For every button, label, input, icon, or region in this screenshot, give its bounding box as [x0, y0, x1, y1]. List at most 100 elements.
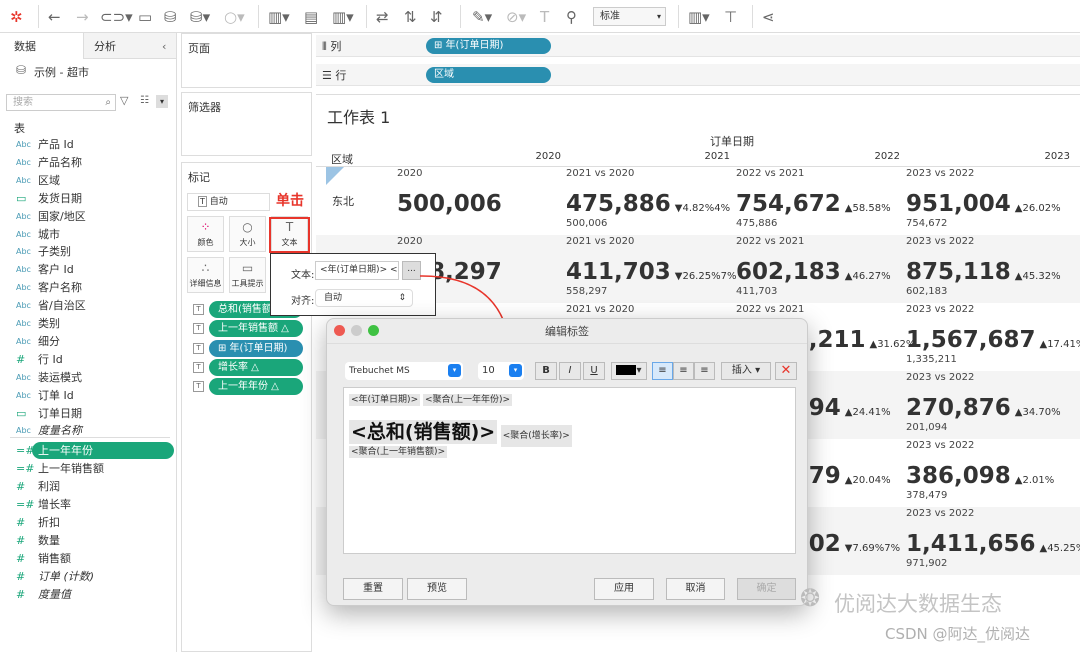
year-header[interactable]: 2021 — [650, 151, 730, 162]
text-field[interactable]: <年(订单日期)> < — [315, 261, 399, 280]
year-header[interactable]: 2022 — [820, 151, 900, 162]
datasource-name[interactable]: 示例 - 超市 — [34, 64, 89, 80]
align-center-button[interactable]: ≡ — [673, 362, 694, 380]
year-header[interactable]: 2020 — [481, 151, 561, 162]
share-icon[interactable]: ⋖ — [762, 7, 775, 27]
rows-pill[interactable]: 区域 — [426, 67, 551, 83]
marks-pill[interactable]: ⊞ 年(订单日期) — [209, 339, 303, 357]
preview-button[interactable]: 预览 — [407, 578, 467, 600]
dropdown-icon[interactable]: ▾ — [156, 95, 168, 108]
growth-rate: ▲2.01% — [1014, 475, 1055, 486]
pause-update-icon[interactable]: ⛁▾ — [190, 7, 210, 27]
align-right-button[interactable]: ≡ — [694, 362, 715, 380]
list-view-icon[interactable]: ☷ — [140, 95, 149, 106]
alignment-select[interactable]: 自动 ⇕ — [315, 289, 413, 307]
cancel-button[interactable]: 取消 — [666, 578, 725, 600]
field-item[interactable]: Abc 客户名称 — [0, 279, 176, 296]
field-item[interactable]: ▭ 订单日期 — [0, 405, 176, 422]
sort-desc-icon[interactable]: ⇵ — [430, 7, 443, 27]
rows-shelf[interactable]: ☰ 行 区域 — [316, 64, 1080, 86]
filters-card[interactable]: 筛选器 — [181, 92, 312, 156]
field-item[interactable]: =# 上一年销售额 — [0, 460, 176, 477]
field-item[interactable]: ▭ 发货日期 — [0, 190, 176, 207]
period-label: 2023 vs 2022 — [906, 440, 975, 451]
highlight-icon[interactable]: ✎▾ — [472, 7, 492, 27]
underline-button[interactable]: U — [583, 362, 605, 380]
field-item[interactable]: Abc 订单 Id — [0, 387, 176, 404]
field-item[interactable]: # 订单 (计数) — [0, 568, 176, 585]
field-item[interactable]: Abc 国家/地区 — [0, 208, 176, 225]
forward-icon[interactable]: → — [76, 7, 89, 27]
field-item[interactable]: Abc 细分 — [0, 333, 176, 350]
duplicate-sheet-icon[interactable]: ▤ — [304, 7, 318, 27]
mark-type-select[interactable]: T 自动 — [187, 193, 270, 211]
field-item[interactable]: Abc 区域 — [0, 172, 176, 189]
field-item[interactable]: Abc 装运模式 — [0, 369, 176, 386]
tableau-logo-icon[interactable]: ✲ — [10, 7, 23, 27]
collapse-icon[interactable]: ‹ — [162, 36, 166, 58]
back-icon[interactable]: ← — [48, 7, 61, 27]
group-icon[interactable]: ⊘▾ — [506, 7, 526, 27]
tooltip-button[interactable]: ▭ 工具提示 — [229, 257, 266, 293]
search-input[interactable]: 搜索 ⌕ — [6, 94, 116, 111]
field-item[interactable]: Abc 子类别 — [0, 243, 176, 260]
color-button[interactable]: ⁘ 颜色 — [187, 216, 224, 252]
columns-pill[interactable]: ⊞ 年(订单日期) — [426, 38, 551, 54]
marks-pill[interactable]: 上一年年份 △ — [209, 378, 303, 396]
field-item[interactable]: =# 上一年年份 — [0, 442, 176, 460]
new-worksheet-icon[interactable]: ▥▾ — [268, 7, 290, 27]
field-item[interactable]: Abc 产品名称 — [0, 154, 176, 171]
swap-icon[interactable]: ⇄ — [376, 7, 389, 27]
show-me-icon[interactable]: ▥▾ — [688, 7, 710, 27]
bold-button[interactable]: B — [535, 362, 557, 380]
save-icon[interactable]: ▭ — [138, 7, 152, 27]
font-size-select[interactable]: 10 ▾ — [478, 362, 524, 380]
fit-select[interactable]: 标准 ▾ — [593, 7, 666, 26]
font-select[interactable]: Trebuchet MS ▾ — [345, 362, 463, 380]
clear-icon[interactable]: ✕ — [775, 362, 797, 380]
marks-pill[interactable]: 上一年销售额 △ — [209, 320, 303, 338]
clear-sheet-icon[interactable]: ▥▾ — [332, 7, 354, 27]
presentation-icon[interactable]: ⊤ — [724, 7, 737, 27]
field-item[interactable]: Abc 产品 Id — [0, 136, 176, 153]
detail-button[interactable]: ∴ 详细信息 — [187, 257, 224, 293]
field-item[interactable]: Abc 客户 Id — [0, 261, 176, 278]
field-item[interactable]: =# 增长率 — [0, 496, 176, 513]
field-item[interactable]: # 利润 — [0, 478, 176, 495]
new-datasource-icon[interactable]: ⛁ — [164, 7, 177, 27]
sort-asc-icon[interactable]: ⇅ — [404, 7, 417, 27]
size-button[interactable]: ○ 大小 — [229, 216, 266, 252]
table-cell: 2023 vs 20221,411,656▲45.25%971,902 — [906, 507, 1080, 575]
field-item[interactable]: # 数量 — [0, 532, 176, 549]
filter-icon[interactable]: ▽ — [120, 94, 128, 107]
apply-button[interactable]: 应用 — [594, 578, 654, 600]
field-item[interactable]: # 度量值 — [0, 586, 176, 603]
columns-shelf[interactable]: ⦀ 列 ⊞ 年(订单日期) — [316, 35, 1080, 57]
label-icon[interactable]: T — [540, 7, 549, 27]
redo-icon[interactable]: ⊂⊃▾ — [100, 7, 133, 27]
insert-button[interactable]: 插入 ▾ — [721, 362, 771, 380]
marks-pill[interactable]: 增长率 △ — [209, 358, 303, 376]
year-header[interactable]: 2023 — [990, 151, 1070, 162]
label-editor[interactable]: <年(订单日期)> <聚合(上一年年份)> <总和(销售额)> <聚合(增长率)… — [343, 387, 796, 554]
field-item[interactable]: # 销售额 — [0, 550, 176, 567]
color-picker[interactable]: ▾ — [611, 362, 647, 380]
field-item[interactable]: # 折扣 — [0, 514, 176, 531]
maximize-window-button[interactable] — [368, 325, 379, 336]
italic-button[interactable]: I — [559, 362, 581, 380]
reset-button[interactable]: 重置 — [343, 578, 403, 600]
minimize-window-button[interactable] — [351, 325, 362, 336]
pages-card[interactable]: 页面 — [181, 33, 312, 88]
close-window-button[interactable] — [334, 325, 345, 336]
align-left-button[interactable]: ≡ — [652, 362, 673, 380]
field-item[interactable]: Abc 类别 — [0, 315, 176, 332]
pin-icon[interactable]: ⚲ — [566, 7, 577, 27]
more-button[interactable]: ... — [402, 261, 421, 280]
tab-data[interactable]: 数据 — [0, 33, 84, 59]
ok-button[interactable]: 确定 — [737, 578, 796, 600]
field-item[interactable]: Abc 省/自治区 — [0, 297, 176, 314]
tab-analysis[interactable]: 分析 ‹ — [84, 33, 176, 59]
field-item[interactable]: # 行 Id — [0, 351, 176, 368]
field-item[interactable]: Abc 城市 — [0, 226, 176, 243]
refresh-icon[interactable]: ○▾ — [224, 7, 245, 27]
